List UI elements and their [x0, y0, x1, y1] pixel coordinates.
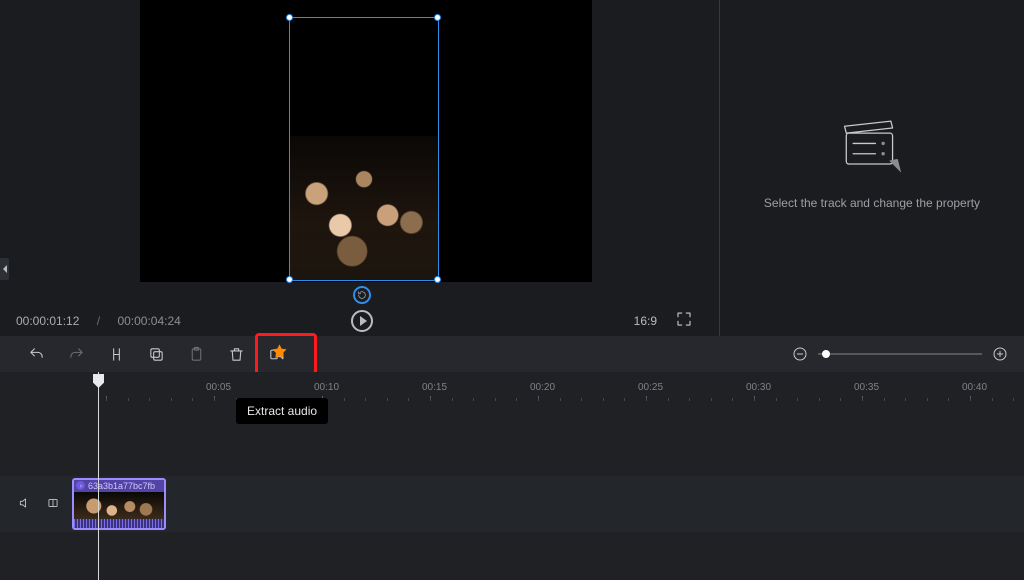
zoom-slider-track[interactable]: [818, 353, 982, 355]
ruler-tick: 00:25: [638, 382, 663, 393]
tooltip-extract-audio: Extract audio: [236, 398, 328, 424]
ruler-tick: 00:15: [422, 382, 447, 393]
properties-panel: Select the track and change the property: [719, 0, 1024, 336]
ruler-tick: 00:05: [206, 382, 231, 393]
timeline-zoom-control: [792, 346, 1008, 362]
zoom-out-button[interactable]: [792, 346, 808, 362]
play-button[interactable]: [351, 310, 373, 332]
ruler-tick: 00:40: [962, 382, 987, 393]
copy-button[interactable]: [138, 339, 174, 369]
premium-badge-icon: [271, 343, 288, 360]
video-frame-image: [290, 136, 438, 280]
ruler-tick: 00:30: [746, 382, 771, 393]
split-button[interactable]: [98, 339, 134, 369]
clip-thumbnail: [74, 492, 164, 520]
selected-clip-frame[interactable]: [290, 18, 438, 280]
timeline-clip[interactable]: 63a3b1a77bc7fb: [72, 478, 166, 530]
properties-placeholder-icon: [837, 116, 907, 176]
aspect-ratio-selector[interactable]: 16:9: [634, 314, 657, 328]
timecode-duration: 00:00:04:24: [117, 314, 180, 328]
redo-button[interactable]: [58, 339, 94, 369]
clip-title-label: 63a3b1a77bc7fb: [74, 480, 164, 492]
timecode-display: 00:00:01:12 / 00:00:04:24: [16, 314, 181, 328]
zoom-slider-thumb[interactable]: [822, 350, 830, 358]
ruler-tick: 00:20: [530, 382, 555, 393]
timecode-current: 00:00:01:12: [16, 314, 79, 328]
zoom-in-button[interactable]: [992, 346, 1008, 362]
resize-handle-tl[interactable]: [286, 14, 293, 21]
resize-handle-tr[interactable]: [434, 14, 441, 21]
delete-button[interactable]: [218, 339, 254, 369]
ruler-tick: 00:10: [314, 382, 339, 393]
timeline-tracks: 63a3b1a77bc7fb: [0, 400, 1024, 570]
resize-handle-bl[interactable]: [286, 276, 293, 283]
fullscreen-button[interactable]: [675, 310, 695, 330]
resize-handle-br[interactable]: [434, 276, 441, 283]
clip-audio-waveform: [74, 519, 164, 528]
rotate-handle[interactable]: [353, 286, 371, 304]
timecode-separator: /: [97, 314, 100, 328]
properties-hint-text: Select the track and change the property: [764, 196, 980, 210]
track-mute-icon[interactable]: [18, 496, 32, 510]
timeline-toolbar: [0, 336, 1024, 372]
track-visibility-icon[interactable]: [46, 496, 60, 510]
paste-button[interactable]: [178, 339, 214, 369]
playhead[interactable]: [98, 372, 99, 580]
ruler-tick: 00:35: [854, 382, 879, 393]
undo-button[interactable]: [18, 339, 54, 369]
panel-expand-tab[interactable]: [0, 258, 9, 280]
timeline-ruler[interactable]: 00:05 00:10 00:15 00:20 00:25 00:30 00:3…: [78, 372, 1024, 400]
timeline-area[interactable]: 00:05 00:10 00:15 00:20 00:25 00:30 00:3…: [0, 372, 1024, 580]
extract-audio-button[interactable]: [258, 339, 294, 369]
preview-area: 00:00:01:12 / 00:00:04:24 16:9: [0, 0, 719, 336]
